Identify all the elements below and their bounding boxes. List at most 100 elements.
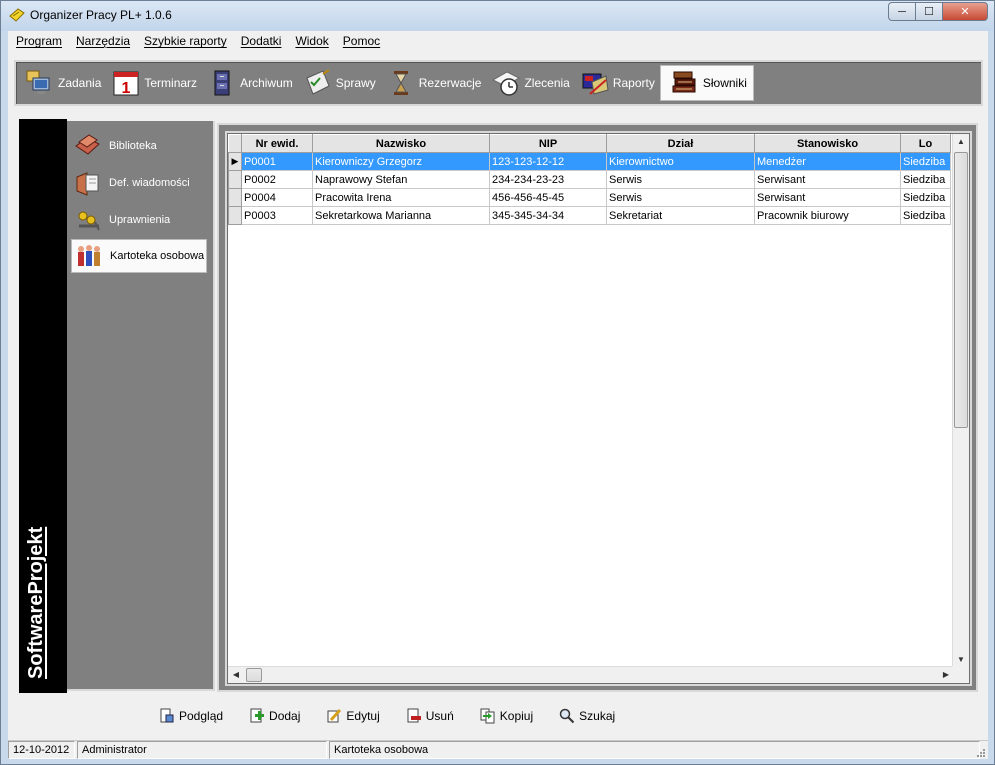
table-cell[interactable]: 456-456-45-45 [489, 188, 607, 207]
row-indicator [228, 206, 242, 225]
menu-dodatki[interactable]: Dodatki [241, 34, 282, 48]
row-indicator [228, 170, 242, 189]
preview-icon [158, 707, 176, 725]
toolbar-label: Terminarz [144, 76, 198, 90]
table-cell[interactable]: Serwis [606, 188, 755, 207]
add-icon [248, 707, 266, 725]
scroll-up-arrow-icon[interactable]: ▲ [953, 134, 969, 150]
action-bar: Podgląd Dodaj Edytuj Usuń Kopiuj Szukaj [158, 705, 640, 727]
action-label: Dodaj [269, 709, 301, 723]
column-header-lokalizacja[interactable]: Lo [900, 134, 951, 153]
menu-szybkie-raporty[interactable]: Szybkie raporty [144, 34, 227, 48]
toolbar-label: Archiwum [240, 76, 293, 90]
add-button[interactable]: Dodaj [248, 707, 300, 725]
table-cell[interactable]: Sekretarkowa Marianna [312, 206, 490, 225]
column-header-stanowisko[interactable]: Stanowisko [754, 134, 901, 153]
scroll-corner [952, 666, 969, 683]
table-cell[interactable]: Kierowniczy Grzegorz [312, 152, 490, 171]
resize-grip-icon[interactable] [974, 746, 986, 758]
action-label: Szukaj [579, 709, 616, 723]
toolbar-archiwum-button[interactable]: Archiwum [202, 65, 298, 101]
table-cell[interactable]: Siedziba [900, 152, 951, 171]
table-cell[interactable]: Pracownik biurowy [754, 206, 901, 225]
copy-icon [479, 707, 497, 725]
report-icon [579, 67, 611, 99]
table-cell[interactable]: 123-123-12-12 [489, 152, 607, 171]
column-header-nip[interactable]: NIP [489, 134, 607, 153]
table-row[interactable]: P0004 Pracowita Irena 456-456-45-45 Serw… [228, 188, 951, 207]
minimize-button[interactable]: ─ [888, 2, 916, 21]
toolbar-terminarz-button[interactable]: 1 Terminarz [106, 65, 202, 101]
table-cell[interactable]: Sekretariat [606, 206, 755, 225]
grid-panel: Nr ewid. Nazwisko NIP Dział Stanowisko L… [217, 123, 978, 692]
table-cell[interactable]: Kierownictwo [606, 152, 755, 171]
table-row[interactable]: P0002 Naprawowy Stefan 234-234-23-23 Ser… [228, 170, 951, 189]
toolbar-label: Sprawy [335, 76, 376, 90]
search-button[interactable]: Szukaj [558, 707, 615, 725]
nav-item-uprawnienia[interactable]: Uprawnienia [71, 203, 207, 237]
preview-button[interactable]: Podgląd [158, 707, 223, 725]
books-icon [669, 67, 701, 99]
table-cell[interactable]: P0002 [241, 170, 313, 189]
table-cell[interactable]: Serwisant [754, 188, 901, 207]
table-cell[interactable]: Siedziba [900, 206, 951, 225]
toolbar-label: Raporty [612, 76, 655, 90]
column-header-nazwisko[interactable]: Nazwisko [312, 134, 490, 153]
window-title: Organizer Pracy PL+ 1.0.6 [30, 8, 172, 22]
brand-strip: SoftwareProjekt [19, 119, 67, 693]
toolbar-sprawy-button[interactable]: Sprawy [298, 65, 381, 101]
table-cell[interactable]: P0004 [241, 188, 313, 207]
table-cell[interactable]: P0001 [241, 152, 313, 171]
vertical-scroll-thumb[interactable] [954, 152, 968, 428]
table-cell[interactable]: Siedziba [900, 170, 951, 189]
copy-button[interactable]: Kopiuj [479, 707, 533, 725]
scroll-left-arrow-icon[interactable]: ◀ [228, 667, 244, 683]
hourglass-icon [385, 67, 417, 99]
toolbar-label: Słowniki [702, 76, 747, 90]
table-cell[interactable]: Pracowita Irena [312, 188, 490, 207]
column-header-nr-ewid[interactable]: Nr ewid. [241, 134, 313, 153]
table-row[interactable]: ▶ P0001 Kierowniczy Grzegorz 123-123-12-… [228, 152, 951, 171]
nav-label: Biblioteka [109, 140, 157, 152]
horizontal-scroll-thumb[interactable] [246, 668, 262, 682]
column-header-dzial[interactable]: Dział [606, 134, 755, 153]
action-label: Usuń [425, 709, 454, 723]
toolbar-slowniki-button[interactable]: Słowniki [659, 65, 754, 101]
navigation-panel: Biblioteka Def. wiadomości Uprawnienia K… [67, 121, 215, 691]
table-cell[interactable]: Siedziba [900, 188, 951, 207]
main-toolbar: Zadania 1 Terminarz Archiwum Sprawy Reze… [14, 60, 983, 106]
close-button[interactable]: ✕ [942, 2, 988, 21]
table-cell[interactable]: Serwisant [754, 170, 901, 189]
action-label: Podgląd [179, 709, 224, 723]
table-cell[interactable]: 345-345-34-34 [489, 206, 607, 225]
table-cell[interactable]: 234-234-23-23 [489, 170, 607, 189]
edit-button[interactable]: Edytuj [325, 707, 380, 725]
data-grid: Nr ewid. Nazwisko NIP Dział Stanowisko L… [225, 131, 972, 686]
menu-pomoc[interactable]: Pomoc [343, 34, 380, 48]
menu-widok[interactable]: Widok [295, 34, 328, 48]
vertical-scrollbar[interactable]: ▲ ▼ [952, 134, 969, 668]
maximize-button[interactable]: ☐ [915, 2, 943, 21]
menu-program[interactable]: Program [16, 34, 62, 48]
nav-item-kartoteka-osobowa[interactable]: Kartoteka osobowa [71, 239, 207, 273]
brand-text: SoftwareProjekt [25, 526, 47, 679]
message-definition-icon [71, 167, 105, 199]
horizontal-scrollbar[interactable]: ◀ ▶ [228, 666, 954, 683]
table-cell[interactable]: P0003 [241, 206, 313, 225]
delete-button[interactable]: Usuń [405, 707, 454, 725]
table-cell[interactable]: Serwis [606, 170, 755, 189]
app-logo-icon [9, 8, 25, 22]
nav-item-biblioteka[interactable]: Biblioteka [71, 129, 207, 163]
toolbar-rezerwacje-button[interactable]: Rezerwacje [381, 65, 487, 101]
nav-item-def-wiadomosci[interactable]: Def. wiadomości [71, 166, 207, 200]
menu-narzedzia[interactable]: Narzędzia [76, 34, 130, 48]
calendar-icon: 1 [110, 67, 142, 99]
table-row[interactable]: P0003 Sekretarkowa Marianna 345-345-34-3… [228, 206, 951, 225]
toolbar-zadania-button[interactable]: Zadania [20, 65, 106, 101]
toolbar-zlecenia-button[interactable]: Zlecenia [486, 65, 574, 101]
table-cell[interactable]: Naprawowy Stefan [312, 170, 490, 189]
title-bar[interactable]: Organizer Pracy PL+ 1.0.6 ─ ☐ ✕ [1, 1, 994, 31]
nav-label: Uprawnienia [109, 214, 171, 226]
table-cell[interactable]: Menedżer [754, 152, 901, 171]
toolbar-raporty-button[interactable]: Raporty [575, 65, 660, 101]
